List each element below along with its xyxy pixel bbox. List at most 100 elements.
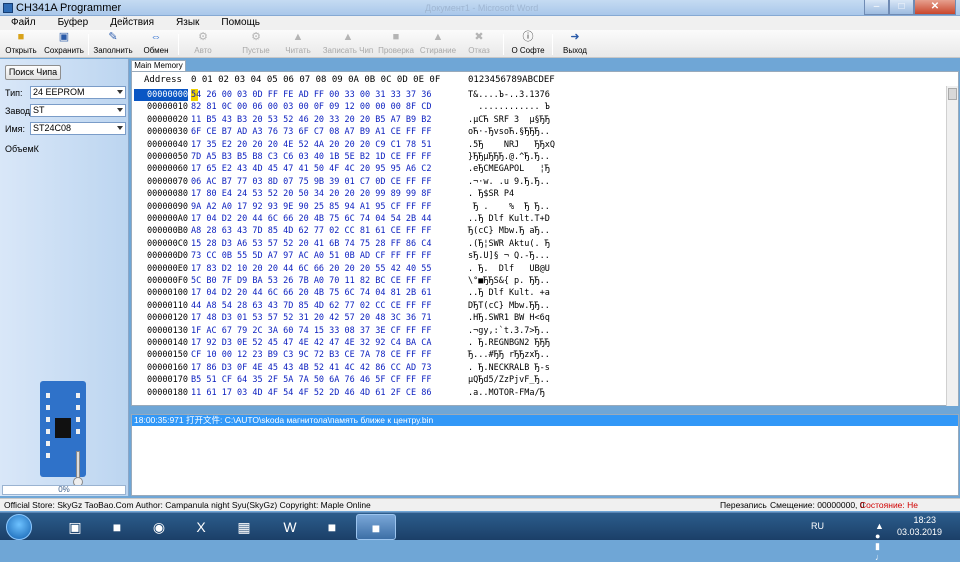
row-ascii[interactable]: ..Ђ Dlf Kult.T+D <box>468 213 550 225</box>
hex-row[interactable]: 00000130 1F AC 67 79 2C 3A 60 74 15 33 08… <box>132 325 946 337</box>
row-ascii[interactable]: . Ђ.REGNBGN2 ЂЂЂ <box>468 337 550 349</box>
write-button[interactable]: ▲ Записать Чип <box>322 31 374 57</box>
minimize-button[interactable]: – <box>864 0 889 15</box>
language-indicator[interactable]: RU <box>811 521 824 531</box>
row-ascii[interactable]: Ђ...#ЂЂ rЂЂzxЂ.. <box>468 349 550 361</box>
hex-row[interactable]: 00000150 CF 10 00 12 23 B9 C3 9C 72 B3 CE… <box>132 349 946 361</box>
row-hex-bytes[interactable]: 17 35 E2 20 20 20 4E 52 4A 20 20 20 C9 C… <box>191 139 432 151</box>
hex-row[interactable]: 00000010 82 81 0C 00 06 00 03 00 0F 09 12… <box>132 101 946 113</box>
row-hex-bytes[interactable]: 17 04 D2 20 44 6C 66 20 4B 75 6C 74 04 8… <box>191 287 432 299</box>
row-ascii[interactable]: µQЂd5/ZzPjvF_Ђ.. <box>468 374 550 386</box>
word-icon[interactable]: W <box>270 514 310 540</box>
hex-row[interactable]: 00000020 11 B5 43 B3 20 53 52 46 20 33 20… <box>132 114 946 126</box>
clock-time[interactable]: 18:23 <box>913 515 936 525</box>
explorer-icon[interactable]: ▣ <box>55 514 95 540</box>
menu-language[interactable]: Язык <box>165 16 210 30</box>
row-ascii[interactable]: .HЂ.SWR1 BW H<6q <box>468 312 550 324</box>
row-hex-bytes[interactable]: 6F CE B7 AD A3 76 73 6F C7 08 A7 B9 A1 C… <box>191 126 432 138</box>
row-hex-bytes[interactable]: B5 51 CF 64 35 2F 5A 7A 50 6A 76 46 5F C… <box>191 374 432 386</box>
hex-row[interactable]: 000000B0 A8 28 63 43 7D 85 4D 62 77 02 CC… <box>132 225 946 237</box>
close-button[interactable]: ✕ <box>914 0 956 15</box>
row-ascii[interactable]: .a..MOTOR-FMa/Ђ <box>468 387 550 399</box>
row-hex-bytes[interactable]: A8 28 63 43 7D 85 4D 62 77 02 CC 81 61 C… <box>191 225 432 237</box>
excel-icon[interactable]: X <box>181 514 221 540</box>
scroll-thumb[interactable] <box>948 88 957 100</box>
row-hex-bytes[interactable]: 17 65 E2 43 4D 45 47 41 50 4F 4C 20 95 9… <box>191 163 432 175</box>
maximize-button[interactable]: □ <box>889 0 914 15</box>
fill-button[interactable]: ✎ Заполнить <box>92 31 134 57</box>
row-ascii[interactable]: .5Ђ NRJ ЂЂxQ <box>468 139 555 151</box>
row-ascii[interactable]: .eЂCMEGAPOL ¦Ђ <box>468 163 550 175</box>
name-select[interactable]: ST24C08 <box>30 122 126 135</box>
file-manager-icon[interactable]: ■ <box>97 514 137 540</box>
image-viewer-icon[interactable]: ■ <box>312 514 352 540</box>
tab-main-memory[interactable]: Main Memory <box>131 60 186 71</box>
hex-editor[interactable]: Address 0 01 02 03 04 05 06 07 08 09 0A … <box>131 71 959 406</box>
row-ascii[interactable]: .¬gy,:`t.3.7>Ђ.. <box>468 325 550 337</box>
row-ascii[interactable]: ..Ђ Dlf Kult. +a <box>468 287 550 299</box>
menu-buffer[interactable]: Буфер <box>47 16 100 30</box>
row-ascii[interactable]: .¬·w. .u 9.Ђ.Ђ.. <box>468 176 550 188</box>
row-ascii[interactable]: . Ђ.NECKRALB Ђ-s <box>468 362 550 374</box>
hex-row[interactable]: 00000180 11 61 17 03 4D 4F 54 4F 52 2D 46… <box>132 387 946 399</box>
hex-row[interactable]: 00000160 17 86 D3 0F 4E 45 43 4B 52 41 4C… <box>132 362 946 374</box>
hex-row[interactable]: 000000D0 73 CC 0B 55 5D A7 97 AC A0 51 0B… <box>132 250 946 262</box>
hex-row[interactable]: 00000070 06 AC B7 77 03 8D 07 75 9B 39 01… <box>132 176 946 188</box>
hex-row[interactable]: 00000090 9A A2 A0 17 92 93 9E 90 25 85 94… <box>132 201 946 213</box>
erase-button[interactable]: ▲ Стирание <box>419 31 457 57</box>
hex-row[interactable]: 000000F0 5C B0 7F D9 BA 53 26 7B A0 70 11… <box>132 275 946 287</box>
calculator-icon[interactable]: ▦ <box>224 514 264 540</box>
row-ascii[interactable]: .µCЋ SRF 3 µ§ЂЂ <box>468 114 550 126</box>
hex-row[interactable]: 00000100 17 04 D2 20 44 6C 66 20 4B 75 6C… <box>132 287 946 299</box>
row-ascii[interactable]: .(Ђ¦SWR Aktu(. Ђ <box>468 238 550 250</box>
row-hex-bytes[interactable]: 7D A5 B3 B5 B8 C3 C6 03 40 1B 5E B2 1D C… <box>191 151 432 163</box>
search-chip-button[interactable]: Поиск Чипа <box>5 65 61 80</box>
hex-row[interactable]: 000000C0 15 28 D3 A6 53 57 52 20 41 6B 74… <box>132 238 946 250</box>
row-hex-bytes[interactable]: 17 86 D3 0F 4E 45 43 4B 52 41 4C 42 86 C… <box>191 362 432 374</box>
menu-actions[interactable]: Действия <box>99 16 165 30</box>
row-ascii[interactable]: sЂ.U]§ ¬ Q.-Ђ... <box>468 250 550 262</box>
row-ascii[interactable]: Ђ(cC} Mbw.Ђ aЂ.. <box>468 225 550 237</box>
open-button[interactable]: ■ Открыть <box>3 31 39 57</box>
log-line[interactable]: 18:00:35:971 打开文件: C:\AUTO\skoda магнито… <box>132 415 958 426</box>
row-hex-bytes[interactable]: 44 A8 54 28 63 43 7D 85 4D 62 77 02 CC C… <box>191 300 432 312</box>
ch341a-icon[interactable]: ■ <box>356 514 396 540</box>
about-button[interactable]: ⓘ О Софте <box>510 31 546 57</box>
row-hex-bytes[interactable]: 17 04 D2 20 44 6C 66 20 4B 75 6C 74 04 5… <box>191 213 432 225</box>
row-hex-bytes[interactable]: 17 48 D3 01 53 57 52 31 20 42 57 20 48 3… <box>191 312 432 324</box>
save-button[interactable]: ▣ Сохранить <box>44 31 84 57</box>
tray-icons[interactable]: ▲ ● ▮ ♩ <box>875 521 884 562</box>
maker-select[interactable]: ST <box>30 104 126 117</box>
row-ascii[interactable]: DЂT(cC} Mbw.ЂЂ.. <box>468 300 550 312</box>
menu-file[interactable]: Файл <box>0 16 47 30</box>
auto-button[interactable]: ⚙ Авто <box>185 31 221 57</box>
row-hex-bytes[interactable]: CF 10 00 12 23 B9 C3 9C 72 B3 CE 7A 78 C… <box>191 349 432 361</box>
row-hex-bytes[interactable]: 17 83 D2 10 20 20 44 6C 66 20 20 20 55 4… <box>191 263 432 275</box>
swap-button[interactable]: ⇔ Обмен <box>140 31 172 57</box>
type-select[interactable]: 24 EEPROM <box>30 86 126 99</box>
read-button[interactable]: ▲ Читать <box>280 31 316 57</box>
row-ascii[interactable]: Ђ . % Ђ Ђ.. <box>468 201 550 213</box>
row-hex-bytes[interactable]: 15 28 D3 A6 53 57 52 20 41 6B 74 75 28 F… <box>191 238 432 250</box>
row-ascii[interactable]: T&....Ъ-..3.1376 <box>468 89 550 101</box>
chrome-icon[interactable]: ◉ <box>139 514 179 540</box>
clock-date[interactable]: 03.03.2019 <box>897 527 942 537</box>
cancel-button[interactable]: ✖ Отказ <box>466 31 492 57</box>
row-hex-bytes[interactable]: 11 61 17 03 4D 4F 54 4F 52 2D 46 4D 61 2… <box>191 387 432 399</box>
hex-row[interactable]: 00000120 17 48 D3 01 53 57 52 31 20 42 57… <box>132 312 946 324</box>
exit-button[interactable]: ➜ Выход <box>560 31 590 57</box>
row-hex-bytes[interactable]: 11 B5 43 B3 20 53 52 46 20 33 20 20 B5 A… <box>191 114 432 126</box>
row-ascii[interactable]: \°■ЂЂS&{ p. ЂЂ.. <box>468 275 550 287</box>
hex-row[interactable]: 00000170 B5 51 CF 64 35 2F 5A 7A 50 6A 76… <box>132 374 946 386</box>
row-hex-bytes[interactable]: 82 81 0C 00 06 00 03 00 0F 09 12 00 00 0… <box>191 101 432 113</box>
blank-check-button[interactable]: ⚙ Пустые <box>238 31 274 57</box>
hex-row[interactable]: 00000080 17 80 E4 24 53 52 20 50 34 20 20… <box>132 188 946 200</box>
row-hex-bytes[interactable]: 17 80 E4 24 53 52 20 50 34 20 20 20 99 8… <box>191 188 432 200</box>
row-hex-bytes[interactable]: 17 92 D3 0E 52 45 47 4E 42 47 4E 32 92 C… <box>191 337 432 349</box>
hex-row[interactable]: 00000110 44 A8 54 28 63 43 7D 85 4D 62 77… <box>132 300 946 312</box>
row-ascii[interactable]: oЋ·-ЂvsoЋ.§ЂЂЂ.. <box>468 126 550 138</box>
hex-row[interactable]: 000000A0 17 04 D2 20 44 6C 66 20 4B 75 6C… <box>132 213 946 225</box>
menu-help[interactable]: Помощь <box>210 16 271 30</box>
hex-row[interactable]: 00000050 7D A5 B3 B5 B8 C3 C6 03 40 1B 5E… <box>132 151 946 163</box>
row-ascii[interactable]: . Ђ$SR P4 <box>468 188 550 200</box>
